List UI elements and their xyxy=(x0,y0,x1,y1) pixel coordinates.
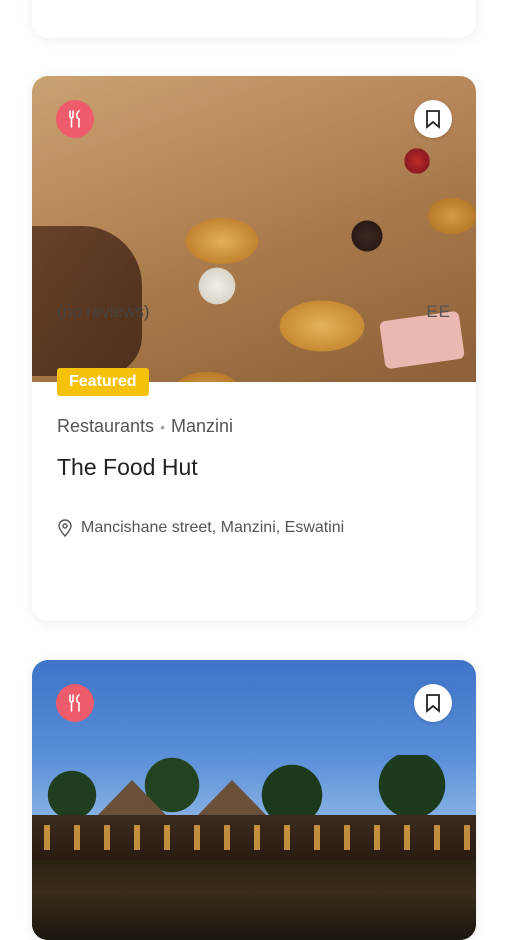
utensils-icon xyxy=(69,694,80,712)
listing-image-area[interactable] xyxy=(32,660,476,940)
category-badge xyxy=(56,100,94,138)
listing-card-next[interactable] xyxy=(32,660,476,940)
listing-photo xyxy=(32,76,476,382)
listing-title[interactable]: The Food Hut xyxy=(57,454,451,481)
listing-footer: (no reviews) EE xyxy=(57,302,451,322)
listing-card-previous[interactable] xyxy=(32,0,476,38)
listing-card[interactable]: Featured Restaurants • Manzini The Food Hu… xyxy=(32,76,476,621)
bookmark-button[interactable] xyxy=(414,684,452,722)
listing-photo xyxy=(32,660,476,940)
category-link[interactable]: Restaurants xyxy=(57,416,154,436)
price-level: EE xyxy=(426,302,451,321)
bookmark-icon xyxy=(426,694,440,713)
separator-dot: • xyxy=(160,419,165,435)
bookmark-icon xyxy=(426,110,440,129)
address-text: Mancishane street, Manzini, Eswatini xyxy=(81,519,345,536)
bookmark-button[interactable] xyxy=(414,100,452,138)
reviews-text[interactable]: (no reviews) xyxy=(57,302,150,322)
listing-image-area[interactable]: Featured xyxy=(32,76,476,396)
location-link[interactable]: Manzini xyxy=(171,416,233,436)
listing-address: Mancishane street, Manzini, Eswatini xyxy=(57,519,451,537)
listing-meta: Restaurants • Manzini xyxy=(57,416,451,437)
utensils-icon xyxy=(69,110,80,128)
listing-body: Restaurants • Manzini The Food Hut Mancish… xyxy=(32,382,476,537)
map-pin-icon xyxy=(58,519,72,537)
category-badge xyxy=(56,684,94,722)
